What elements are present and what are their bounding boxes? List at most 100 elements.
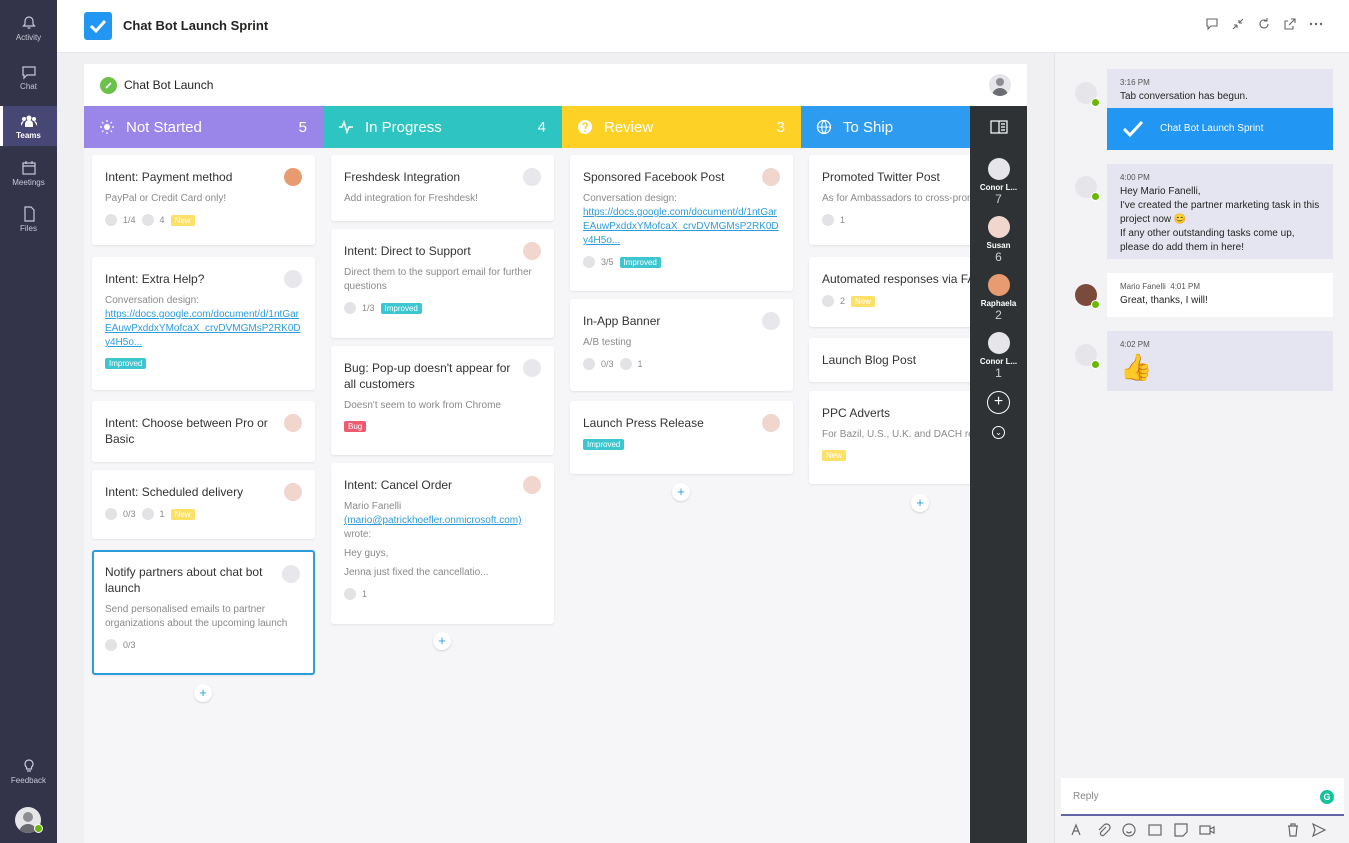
checklist-icon (583, 256, 595, 268)
more-icon[interactable] (1309, 17, 1323, 33)
board-logo-icon (100, 77, 117, 94)
assignee-filter[interactable]: Raphaela 2 (970, 274, 1027, 322)
refresh-icon[interactable] (1257, 17, 1271, 33)
thumbs-up-icon: 👍 (1120, 352, 1153, 382)
assignee-avatar (523, 168, 541, 186)
rail-item-teams[interactable]: Teams (0, 106, 57, 146)
add-card-button[interactable]: + (911, 494, 929, 512)
rail-item-chat[interactable]: Chat (0, 64, 57, 98)
reply-input[interactable]: Reply G (1061, 778, 1344, 816)
task-card-selected[interactable]: Notify partners about chat bot launch Se… (92, 550, 315, 675)
card-description: wrote: (344, 529, 372, 540)
assignee-filter[interactable]: Susan 6 (970, 216, 1027, 264)
panel-toggle-icon[interactable] (990, 120, 1008, 134)
card-title: Sponsored Facebook Post (583, 170, 725, 184)
meet-now-icon[interactable] (1199, 822, 1215, 838)
comment-icon (141, 508, 154, 520)
add-card-button[interactable]: + (194, 684, 212, 702)
attach-icon[interactable] (1095, 822, 1111, 838)
column-header[interactable]: Not Started 5 (84, 106, 323, 148)
composer-toolbar (1069, 822, 1341, 838)
task-card[interactable]: Launch Press Release Improved (570, 401, 793, 474)
grammarly-icon[interactable]: G (1320, 790, 1334, 804)
assignee-filter[interactable]: Conor L... 7 (970, 158, 1027, 206)
chevron-down-icon[interactable]: ⌄ (992, 426, 1005, 439)
card-link[interactable]: https://docs.google.com/document/d/1ntGa… (105, 308, 302, 350)
popout-icon[interactable] (1283, 17, 1297, 33)
assignee-avatar (987, 216, 1010, 238)
board-user-avatar[interactable] (989, 74, 1011, 96)
checklist-progress: 3/5 (601, 257, 614, 267)
column-header[interactable]: In Progress 4 (323, 106, 562, 148)
task-card[interactable]: Intent: Scheduled delivery 0/3 1 New (92, 470, 315, 539)
comment-icon (141, 214, 154, 226)
rail-item-files[interactable]: Files (0, 206, 57, 240)
message-line: Hey Mario Fanelli, (1120, 186, 1201, 197)
checklist-progress: 0/3 (123, 640, 136, 650)
gif-icon[interactable] (1147, 822, 1163, 838)
column-header[interactable]: Review 3 (562, 106, 801, 148)
task-card[interactable]: Freshdesk Integration Add integration fo… (331, 155, 554, 221)
card-meta: 0/3 (105, 639, 302, 651)
task-card[interactable]: Sponsored Facebook Post Conversation des… (570, 155, 793, 291)
emoji-icon[interactable] (1121, 822, 1137, 838)
add-card-button[interactable]: + (672, 483, 690, 501)
card-title: Intent: Direct to Support (344, 244, 471, 258)
message-avatar (1075, 82, 1100, 107)
rail-item-feedback[interactable]: Feedback (0, 758, 57, 792)
add-assignee-button[interactable]: + (987, 391, 1010, 414)
message-time: 4:00 PM (1120, 173, 1150, 182)
column-in-progress: In Progress 4 Freshdesk Integration Add … (323, 106, 562, 843)
tab-header: Chat Bot Launch Sprint (57, 0, 1349, 53)
rail-label-chat: Chat (20, 82, 37, 91)
task-card[interactable]: Intent: Direct to Support Direct them to… (331, 229, 554, 338)
sprint-card[interactable]: Chat Bot Launch Sprint (1107, 108, 1333, 150)
task-card[interactable]: Intent: Cancel Order Mario Fanelli (mari… (331, 463, 554, 624)
assignee-avatar (284, 270, 302, 288)
card-description: Conversation design: (583, 193, 677, 204)
format-icon[interactable] (1069, 822, 1085, 838)
globe-icon (816, 119, 832, 135)
message-text: Great, thanks, I will! (1120, 295, 1208, 306)
message-author: Mario Fanelli (1120, 282, 1166, 291)
assignee-filter[interactable]: Conor L... 1 (970, 332, 1027, 380)
label-tag: Improved (380, 302, 422, 314)
assignee-avatar (987, 158, 1010, 180)
checklist-icon (105, 639, 117, 651)
comment-count: 2 (840, 296, 846, 306)
card-title: Intent: Scheduled delivery (105, 485, 244, 499)
task-board: Chat Bot Launch Not Started 5 Intent: Pa… (84, 64, 1027, 843)
reply-placeholder: Reply (1073, 791, 1099, 802)
assignee-task-count: 2 (995, 308, 1002, 322)
delete-icon[interactable] (1285, 822, 1301, 838)
collapse-icon[interactable] (1231, 17, 1245, 33)
column-name: In Progress (365, 119, 442, 136)
label-tag: New (851, 295, 876, 307)
file-icon (23, 206, 35, 222)
rail-label-meetings: Meetings (12, 178, 45, 187)
card-title: Bug: Pop-up doesn't appear for all custo… (344, 361, 511, 391)
rail-item-meetings[interactable]: Meetings (0, 160, 57, 194)
task-card[interactable]: Intent: Payment method PayPal or Credit … (92, 155, 315, 245)
card-description: Send personalised emails to partner orga… (105, 604, 288, 629)
task-card[interactable]: Intent: Extra Help? Conversation design:… (92, 257, 315, 390)
rail-item-activity[interactable]: Activity (0, 15, 57, 51)
sticker-icon[interactable] (1173, 822, 1189, 838)
task-card[interactable]: In-App Banner A/B testing 0/3 1 (570, 299, 793, 391)
calendar-icon (21, 161, 36, 175)
conversation-icon[interactable] (1205, 17, 1219, 33)
card-description: A/B testing (583, 337, 632, 348)
label-tag: New (170, 508, 195, 520)
add-card-button[interactable]: + (433, 632, 451, 650)
task-card[interactable]: Intent: Choose between Pro or Basic (92, 401, 315, 462)
task-card[interactable]: Bug: Pop-up doesn't appear for all custo… (331, 346, 554, 455)
assignee-name: Raphaela (980, 299, 1017, 308)
column-name: Review (604, 119, 654, 136)
card-link[interactable]: (mario@patrickhoefler.onmicrosoft.com) (344, 514, 541, 528)
assignee-avatar (284, 483, 302, 501)
message-avatar (1075, 176, 1100, 201)
comment-count: 1 (362, 589, 368, 599)
card-link[interactable]: https://docs.google.com/document/d/1ntGa… (583, 206, 780, 248)
send-icon[interactable] (1311, 822, 1327, 838)
lightbulb-icon (100, 120, 114, 134)
